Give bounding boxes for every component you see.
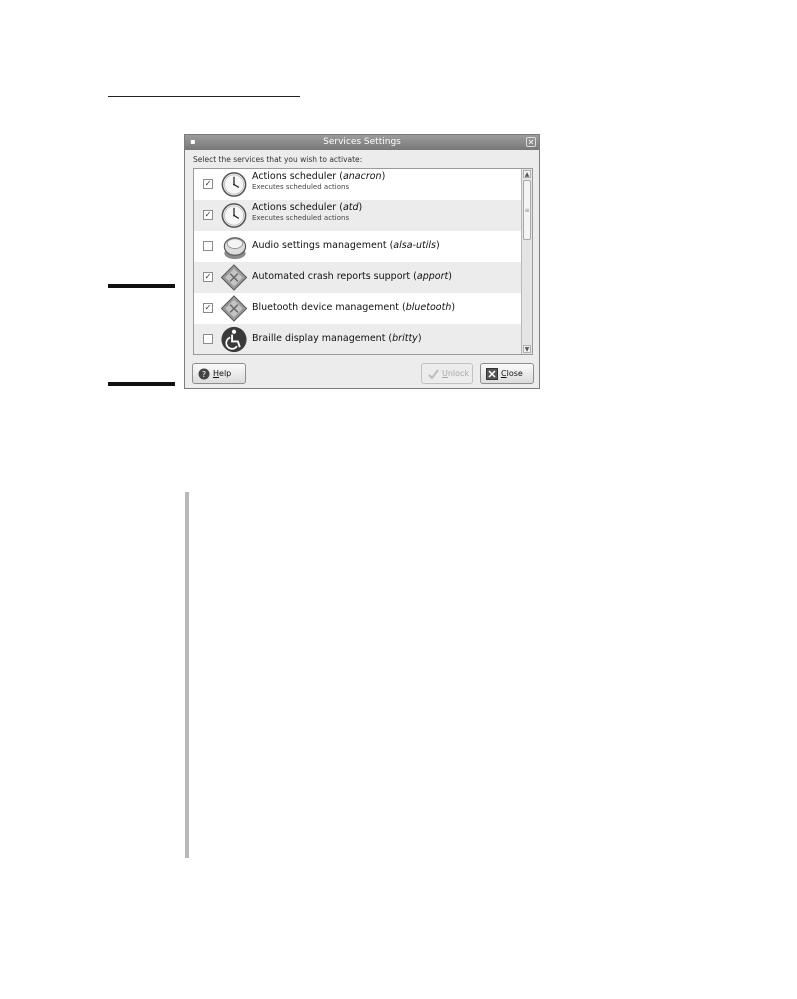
service-checkbox[interactable]: ✓ — [203, 272, 213, 282]
service-title: Audio settings management (alsa-utils) — [252, 240, 440, 251]
help-icon: ? — [198, 368, 210, 379]
sidebar-rule — [185, 492, 189, 858]
service-row-britty[interactable]: Braille display management (britty) — [194, 324, 522, 354]
service-checkbox[interactable]: ✓ — [203, 179, 213, 189]
window-close-icon[interactable]: ✕ — [526, 137, 536, 147]
margin-bar-top — [108, 284, 175, 288]
services-settings-dialog: ▪ Services Settings ✕ Select the service… — [184, 134, 540, 389]
service-title: Bluetooth device management (bluetooth) — [252, 302, 456, 313]
service-name: britty — [392, 333, 418, 344]
service-name: atd — [342, 202, 359, 213]
scroll-thumb[interactable]: ≡ — [523, 180, 531, 240]
close-label: Close — [501, 369, 523, 378]
service-diamond-icon — [220, 295, 248, 322]
page: ▪ Services Settings ✕ Select the service… — [0, 0, 797, 999]
close-button[interactable]: Close — [480, 363, 534, 384]
svg-text:?: ? — [202, 370, 206, 379]
service-name: bluetooth — [405, 302, 452, 313]
close-icon — [486, 367, 498, 380]
titlebar[interactable]: ▪ Services Settings ✕ — [185, 135, 539, 150]
unlock-label: Unlock — [442, 369, 470, 378]
service-row-anacron[interactable]: ✓ Actions scheduler (anacron) Executes s… — [194, 169, 522, 200]
service-checkbox[interactable]: ✓ — [203, 303, 213, 313]
help-label: Help — [213, 369, 232, 378]
help-button[interactable]: ? Help — [192, 363, 246, 384]
service-checkbox[interactable] — [203, 334, 213, 344]
scroll-up-icon[interactable]: ▲ — [523, 170, 531, 178]
service-checkbox[interactable]: ✓ — [203, 210, 213, 220]
service-name: apport — [416, 271, 449, 282]
service-description: Executes scheduled actions — [252, 214, 350, 222]
window-menu-icon[interactable]: ▪ — [189, 138, 197, 146]
service-checkbox[interactable] — [203, 241, 213, 251]
service-description: Executes scheduled actions — [252, 183, 350, 191]
service-row-alsa-utils[interactable]: Audio settings management (alsa-utils) — [194, 231, 522, 262]
service-diamond-icon — [220, 264, 248, 291]
services-list: ✓ Actions scheduler (anacron) Executes s… — [193, 168, 533, 355]
scroll-down-icon[interactable]: ▼ — [523, 345, 531, 353]
top-rule — [108, 96, 300, 97]
audio-device-icon — [223, 237, 247, 260]
instruction-label: Select the services that you wish to act… — [193, 155, 363, 164]
service-row-bluetooth[interactable]: ✓ Bluetooth device management (bluetooth… — [194, 293, 522, 324]
service-row-atd[interactable]: ✓ Actions scheduler (atd) Executes sched… — [194, 200, 522, 231]
unlock-button[interactable]: Unlock — [421, 363, 473, 384]
margin-bar-bottom — [108, 382, 175, 386]
service-name: alsa-utils — [393, 240, 436, 251]
service-title: Actions scheduler (atd) — [252, 202, 363, 213]
clock-icon — [221, 203, 247, 228]
service-title: Actions scheduler (anacron) — [252, 171, 386, 182]
clock-icon — [221, 172, 247, 197]
service-title: Automated crash reports support (apport) — [252, 271, 452, 282]
service-title: Braille display management (britty) — [252, 333, 422, 344]
list-scrollbar[interactable]: ▲ ≡ ▼ — [521, 169, 532, 354]
window-title: Services Settings — [323, 137, 401, 147]
service-name: anacron — [342, 171, 382, 182]
service-row-apport[interactable]: ✓ Automated crash reports support (appor… — [194, 262, 522, 293]
accessibility-icon — [221, 326, 247, 353]
unlock-icon — [428, 368, 439, 380]
